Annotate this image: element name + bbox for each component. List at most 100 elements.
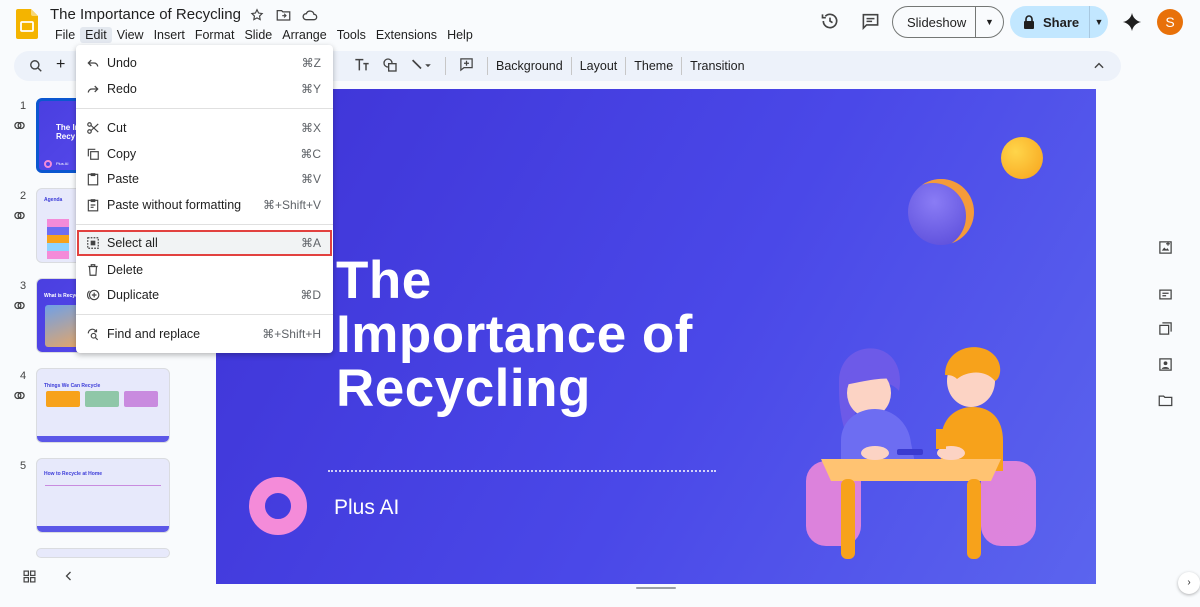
avatar[interactable]: S [1157, 9, 1183, 35]
theme-button[interactable]: Theme [633, 59, 674, 73]
menu-view[interactable]: View [112, 27, 149, 43]
menu-item-duplicate[interactable]: Duplicate ⌘D [76, 283, 333, 307]
menu-item-shortcut: ⌘Z [301, 56, 321, 70]
contacts-icon[interactable] [1158, 357, 1173, 372]
slide-title[interactable]: The Importance of Recycling [336, 254, 693, 416]
menu-item-label: Redo [107, 82, 137, 96]
cut-icon [87, 122, 99, 134]
layout-button[interactable]: Layout [579, 59, 619, 73]
menu-item-paste-without-formatting[interactable]: Paste without formatting ⌘+Shift+V [76, 193, 333, 217]
paste-plain-icon [87, 199, 99, 212]
menu-divider [76, 108, 333, 109]
menu-item-redo[interactable]: Redo ⌘Y [76, 77, 333, 101]
menu-arrange[interactable]: Arrange [277, 27, 331, 43]
slideshow-label: Slideshow [907, 14, 967, 30]
redo-icon [87, 85, 99, 93]
thumbnail-footer-bar [37, 526, 169, 532]
menu-item-copy[interactable]: Copy ⌘C [76, 142, 333, 166]
keep-notes-icon[interactable] [1158, 287, 1173, 302]
kids-table-illustration [806, 347, 1036, 559]
slide-number: 3 [20, 280, 27, 292]
toolbar-divider [681, 57, 683, 75]
slide-thumbnail-row[interactable]: 4 Things We Can Recycle [0, 362, 176, 444]
slide-title-line: Recycling [336, 359, 591, 418]
slide-title-line: Importance of [336, 305, 693, 364]
menu-insert[interactable]: Insert [149, 27, 190, 43]
grid-view-icon[interactable] [23, 570, 36, 583]
tasks-icon[interactable] [1158, 321, 1173, 336]
edit-menu-dropdown: Undo ⌘Z Redo ⌘Y Cut ⌘X Copy ⌘C Paste ⌘V … [76, 45, 333, 353]
search-menus-icon[interactable] [29, 59, 43, 73]
insert-comment-icon[interactable] [459, 57, 474, 75]
thumbnail-footer-bar [37, 436, 169, 442]
menu-item-delete[interactable]: Delete [76, 258, 333, 282]
slides-logo-icon[interactable] [16, 9, 38, 39]
menu-bar: File Edit View Insert Format Slide Arran… [50, 27, 478, 43]
menu-edit[interactable]: Edit [80, 27, 112, 43]
transition-button[interactable]: Transition [689, 59, 745, 73]
toolbar-divider [487, 57, 488, 75]
line-icon[interactable] [410, 58, 432, 75]
slide-thumbnail-row[interactable]: 5 How to Recycle at Home [0, 452, 176, 534]
menu-slide[interactable]: Slide [239, 27, 277, 43]
link-icon [14, 301, 25, 310]
menu-item-label: Undo [107, 56, 137, 70]
thumbnail-title: Things We Can Recycle [44, 383, 101, 389]
cloud-status-icon[interactable] [302, 8, 318, 24]
menu-item-label: Find and replace [107, 327, 201, 341]
new-slide-icon[interactable]: + [56, 56, 65, 74]
speaker-notes-handle[interactable] [636, 587, 676, 589]
menu-item-find-and-replace[interactable]: Find and replace ⌘+Shift+H [76, 322, 333, 346]
thumbnail-books-illustration [47, 219, 69, 259]
comments-icon[interactable] [861, 12, 880, 30]
move-folder-icon[interactable] [276, 8, 292, 24]
slide-subtitle[interactable]: Plus AI [334, 496, 399, 520]
menu-help[interactable]: Help [442, 27, 478, 43]
explore-chevron-icon[interactable]: › [1178, 572, 1200, 594]
toolbar-divider [445, 57, 446, 75]
menu-item-shortcut: ⌘A [300, 236, 321, 250]
chevron-up-icon[interactable] [1092, 59, 1106, 73]
slide-thumbnail[interactable]: How to Recycle at Home [36, 458, 170, 533]
menu-item-paste[interactable]: Paste ⌘V [76, 167, 333, 191]
menu-item-shortcut: ⌘D [300, 288, 321, 302]
slide-number: 1 [20, 100, 27, 112]
version-history-icon[interactable] [820, 11, 840, 31]
select-all-icon [87, 237, 99, 249]
thumbnail-title: How to Recycle at Home [44, 471, 103, 477]
link-icon [14, 391, 25, 400]
menu-item-cut[interactable]: Cut ⌘X [76, 116, 333, 140]
menu-item-label: Paste [107, 172, 139, 186]
slide-thumbnail-row[interactable] [0, 542, 176, 558]
menu-extensions[interactable]: Extensions [371, 27, 442, 43]
gemini-sparkle-icon[interactable] [1122, 12, 1142, 32]
shape-icon[interactable] [382, 57, 398, 76]
slideshow-caret-icon[interactable]: ▼ [976, 17, 1003, 27]
thumbnail-photo [46, 391, 80, 407]
slide-canvas[interactable]: The Importance of Recycling Plus AI [216, 89, 1096, 584]
slideshow-button[interactable]: Slideshow ▼ [892, 6, 1004, 38]
thumbnail-subtitle: Plus AI [56, 161, 69, 166]
planet-illustration [908, 179, 974, 245]
background-button[interactable]: Background [495, 59, 564, 73]
slide-thumbnail[interactable]: Things We Can Recycle [36, 368, 170, 443]
trash-icon [88, 264, 98, 276]
menu-file[interactable]: File [50, 27, 80, 43]
document-title[interactable]: The Importance of Recycling [50, 6, 241, 23]
thumbnail-photo [85, 391, 119, 407]
star-icon[interactable] [250, 8, 266, 24]
thumbnail-photo [45, 305, 79, 347]
share-caret-icon[interactable]: ▼ [1090, 17, 1108, 27]
menu-item-select-all[interactable]: Select all ⌘A [77, 230, 332, 256]
text-box-icon[interactable] [354, 58, 370, 75]
menu-tools[interactable]: Tools [332, 27, 371, 43]
menu-item-shortcut: ⌘V [300, 172, 321, 186]
menu-format[interactable]: Format [190, 27, 240, 43]
share-button[interactable]: Share ▼ [1010, 6, 1108, 38]
menu-item-undo[interactable]: Undo ⌘Z [76, 51, 333, 75]
chevron-left-icon[interactable] [63, 569, 75, 583]
folder-icon[interactable] [1158, 393, 1173, 408]
slide-thumbnail[interactable] [36, 548, 170, 558]
add-image-icon[interactable] [1158, 240, 1173, 255]
menu-item-shortcut: ⌘+Shift+V [262, 198, 321, 212]
